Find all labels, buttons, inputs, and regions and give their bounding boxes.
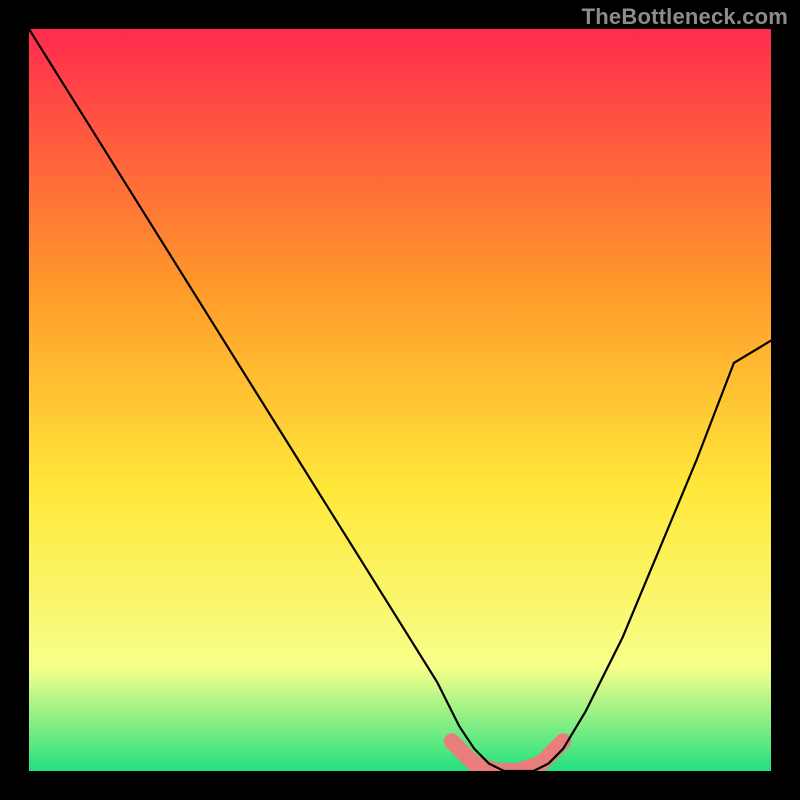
watermark-text: TheBottleneck.com xyxy=(582,4,788,30)
background-gradient xyxy=(29,29,771,771)
chart-svg xyxy=(29,29,771,771)
outer-frame: TheBottleneck.com xyxy=(0,0,800,800)
chart-area xyxy=(29,29,771,771)
